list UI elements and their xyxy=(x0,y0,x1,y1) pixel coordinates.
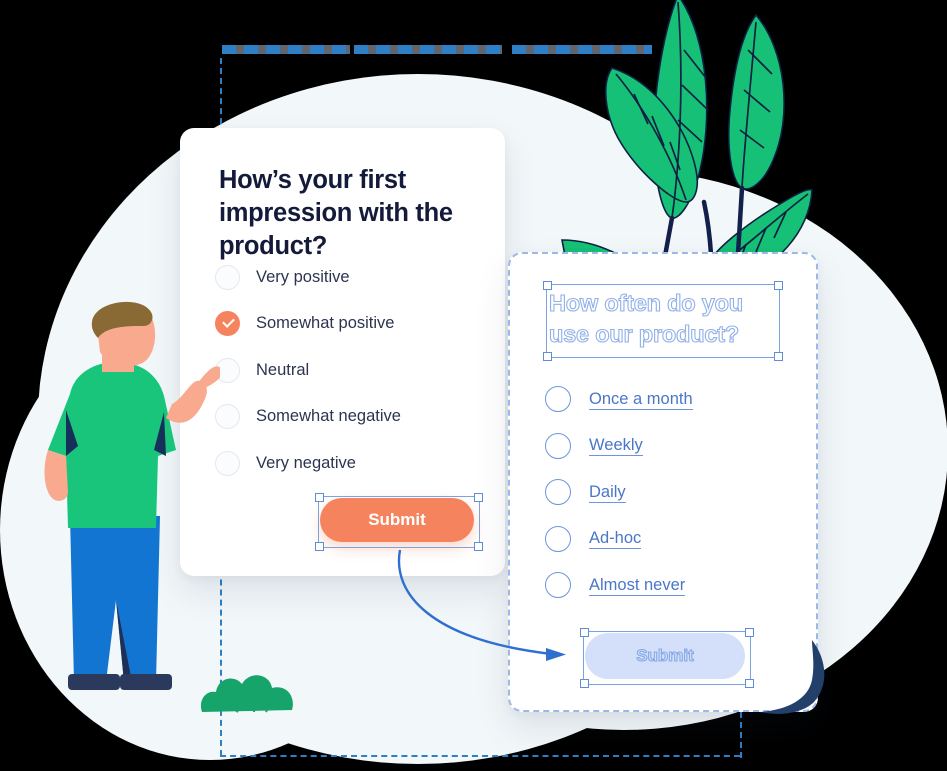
guide-line-vertical-right xyxy=(740,712,742,758)
card1-option-very-positive[interactable]: Very positive xyxy=(215,262,485,292)
option-label: Somewhat negative xyxy=(256,407,401,425)
wireframe-topbar-1 xyxy=(222,45,350,54)
card1-option-somewhat-negative[interactable]: Somewhat negative xyxy=(215,402,485,432)
card1-submit-selection-frame xyxy=(315,493,483,551)
resize-handle-top-left[interactable] xyxy=(315,493,324,502)
resize-handle-top-right[interactable] xyxy=(474,493,483,502)
flow-arrow-icon xyxy=(397,549,566,661)
bush-illustration xyxy=(200,675,293,713)
resize-handle-bottom-left[interactable] xyxy=(315,542,324,551)
person-illustration xyxy=(44,301,220,690)
card1-option-somewhat-positive[interactable]: Somewhat positive xyxy=(215,309,485,339)
card-shadow-accent xyxy=(760,640,825,714)
plant-illustration xyxy=(561,0,813,289)
option-label: Neutral xyxy=(256,360,310,379)
option-label: Very positive xyxy=(256,267,350,286)
illustration-canvas: How’s your first impression with the pro… xyxy=(0,0,947,771)
card1-options-list: Very positive Somewhat positive Neutral … xyxy=(215,262,485,495)
card1-option-very-negative[interactable]: Very negative xyxy=(215,448,485,478)
card1-option-neutral[interactable]: Neutral xyxy=(215,355,485,385)
wireframe-topbar-2 xyxy=(354,45,502,54)
card1-question-title: How’s your first impression with the pro… xyxy=(219,166,453,260)
survey-card-rendered: How’s your first impression with the pro… xyxy=(180,128,505,576)
option-label: Somewhat positive xyxy=(256,314,395,332)
option-label: Very negative xyxy=(256,453,356,472)
guide-line-horizontal xyxy=(220,755,740,757)
radio-icon[interactable] xyxy=(215,264,240,290)
